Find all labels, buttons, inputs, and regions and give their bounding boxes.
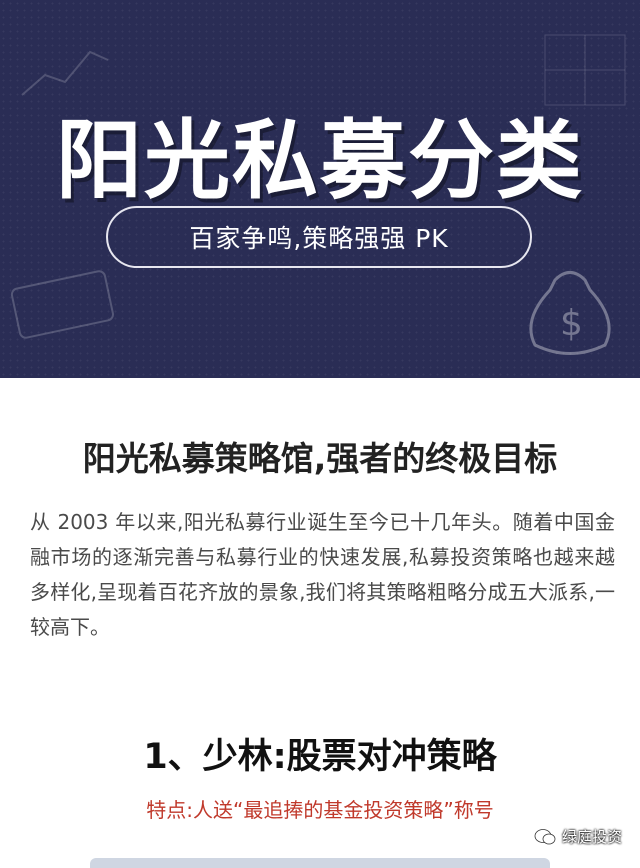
decor-card-icon — [10, 270, 120, 340]
feature-text: 特点:人送“最追捧的基金投资策略”称号 — [146, 798, 494, 822]
banner-subtitle: 百家争鸣,策略强强 PK — [189, 224, 449, 253]
banner-subtitle-pill: 百家争鸣,策略强强 PK — [106, 206, 532, 268]
watermark: 绿庭投资 — [534, 826, 622, 847]
next-section-image-edge — [90, 858, 550, 868]
decor-money-bag-icon: $ — [520, 250, 620, 360]
intro-paragraph: 从 2003 年以来,阳光私募行业诞生至今已十几年头。随着中国金融市场的逐渐完善… — [30, 510, 615, 639]
watermark-label: 绿庭投资 — [561, 828, 622, 846]
section-title: 1、少林:股票对冲策略 — [143, 737, 497, 777]
wechat-icon — [534, 828, 556, 844]
banner-title: 阳光私募分类 — [56, 111, 584, 211]
svg-text:$: $ — [560, 303, 583, 344]
header-banner: $ 阳光私募分类 百家争鸣,策略强强 PK — [0, 0, 640, 378]
article-heading: 阳光私募策略馆,强者的终极目标 — [82, 439, 558, 478]
